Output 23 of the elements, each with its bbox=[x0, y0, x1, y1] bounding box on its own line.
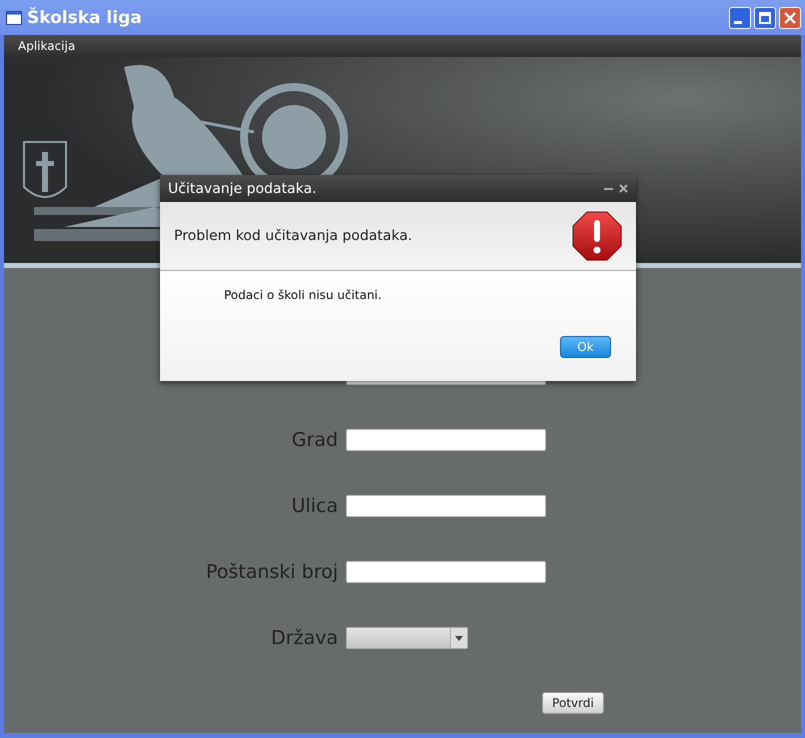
close-icon bbox=[784, 12, 796, 24]
window-title: Školska liga bbox=[27, 8, 142, 28]
minimize-button[interactable] bbox=[729, 6, 751, 28]
text-field[interactable] bbox=[346, 561, 546, 583]
text-field[interactable] bbox=[346, 429, 546, 451]
menu-item[interactable]: Aplikacija bbox=[18, 39, 76, 53]
close-button[interactable] bbox=[779, 6, 801, 28]
minimize-icon bbox=[734, 20, 742, 24]
field-label: Ulica bbox=[290, 495, 339, 517]
maximize-button[interactable] bbox=[754, 6, 776, 28]
field-label: Grad bbox=[290, 429, 339, 451]
dialog-title: Učitavanje podataka. bbox=[168, 180, 316, 196]
window-icon bbox=[6, 10, 22, 24]
dialog-message: Podaci o školi nisu učitani. bbox=[224, 288, 382, 302]
dropdown-arrow-icon bbox=[455, 636, 463, 640]
field-label: Poštanski broj bbox=[204, 561, 339, 583]
dialog-heading: Problem kod učitavanja podataka. bbox=[174, 228, 414, 244]
field-label: Država bbox=[270, 627, 339, 649]
confirm-button[interactable]: Potvrdi bbox=[542, 692, 604, 714]
close-icon[interactable] bbox=[619, 184, 628, 193]
text-field[interactable] bbox=[346, 495, 546, 517]
error-icon bbox=[572, 211, 622, 261]
maximize-icon bbox=[759, 12, 771, 24]
